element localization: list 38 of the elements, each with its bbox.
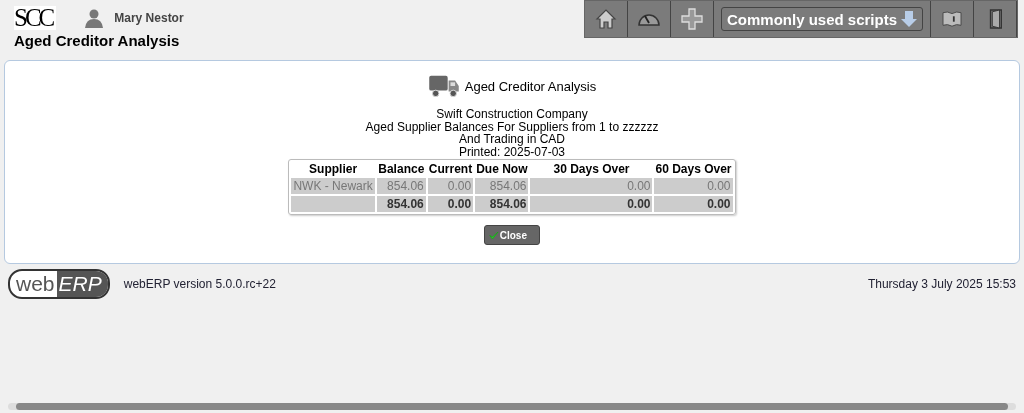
plus-icon (680, 7, 704, 31)
user-icon (84, 8, 105, 28)
column-header: Supplier (308, 162, 359, 176)
company-logo: SCC (14, 6, 57, 30)
report-title: Aged Creditor Analysis (464, 78, 597, 94)
column-header: Balance (377, 162, 426, 176)
weberp-logo: web ERP (8, 269, 110, 299)
table-cell: 854.06 (376, 178, 426, 194)
close-button[interactable]: Close (484, 225, 540, 245)
date-time: Thursday 3 July 2025 15:53 (867, 277, 1016, 291)
check-icon (489, 229, 499, 241)
total-cell: 854.06 (475, 196, 529, 212)
column-header: 30 Days Over (552, 162, 631, 176)
table-cell: NWK - Newark (291, 178, 375, 194)
table-cell: 0.00 (654, 178, 733, 194)
arrow-down-icon (901, 10, 917, 28)
book-icon (941, 10, 963, 28)
column-header: Due Now (475, 162, 529, 176)
horizontal-scrollbar[interactable] (8, 403, 1016, 410)
report-subtitle: Printed: 2025-07-03 (457, 145, 567, 158)
scripts-menu[interactable]: Commonly used scripts (720, 7, 923, 31)
total-cell: 0.00 (654, 196, 733, 212)
page-title: Aged Creditor Analysis (14, 32, 181, 49)
table-cell: 0.00 (530, 178, 653, 194)
version-text: webERP version 5.0.0.rc+22 (123, 277, 276, 291)
table-cell: 854.06 (475, 178, 529, 194)
total-cell: 0.00 (427, 196, 474, 212)
report-subtitle: Swift Construction Company (435, 108, 588, 121)
user-name[interactable]: Mary Nestor (114, 11, 184, 25)
truck-icon (427, 74, 460, 98)
home-icon (594, 7, 618, 31)
total-cell: 0.00 (530, 196, 653, 212)
report-subtitle: Aged Supplier Balances For Suppliers from 1 to zzzzzz (365, 120, 659, 133)
table-cell: 0.00 (427, 178, 474, 194)
report-subtitle: And Trading in CAD (457, 133, 566, 146)
column-header: 60 Days Over (654, 162, 733, 176)
total-cell: 854.06 (376, 196, 426, 212)
column-header: Current (427, 162, 474, 176)
